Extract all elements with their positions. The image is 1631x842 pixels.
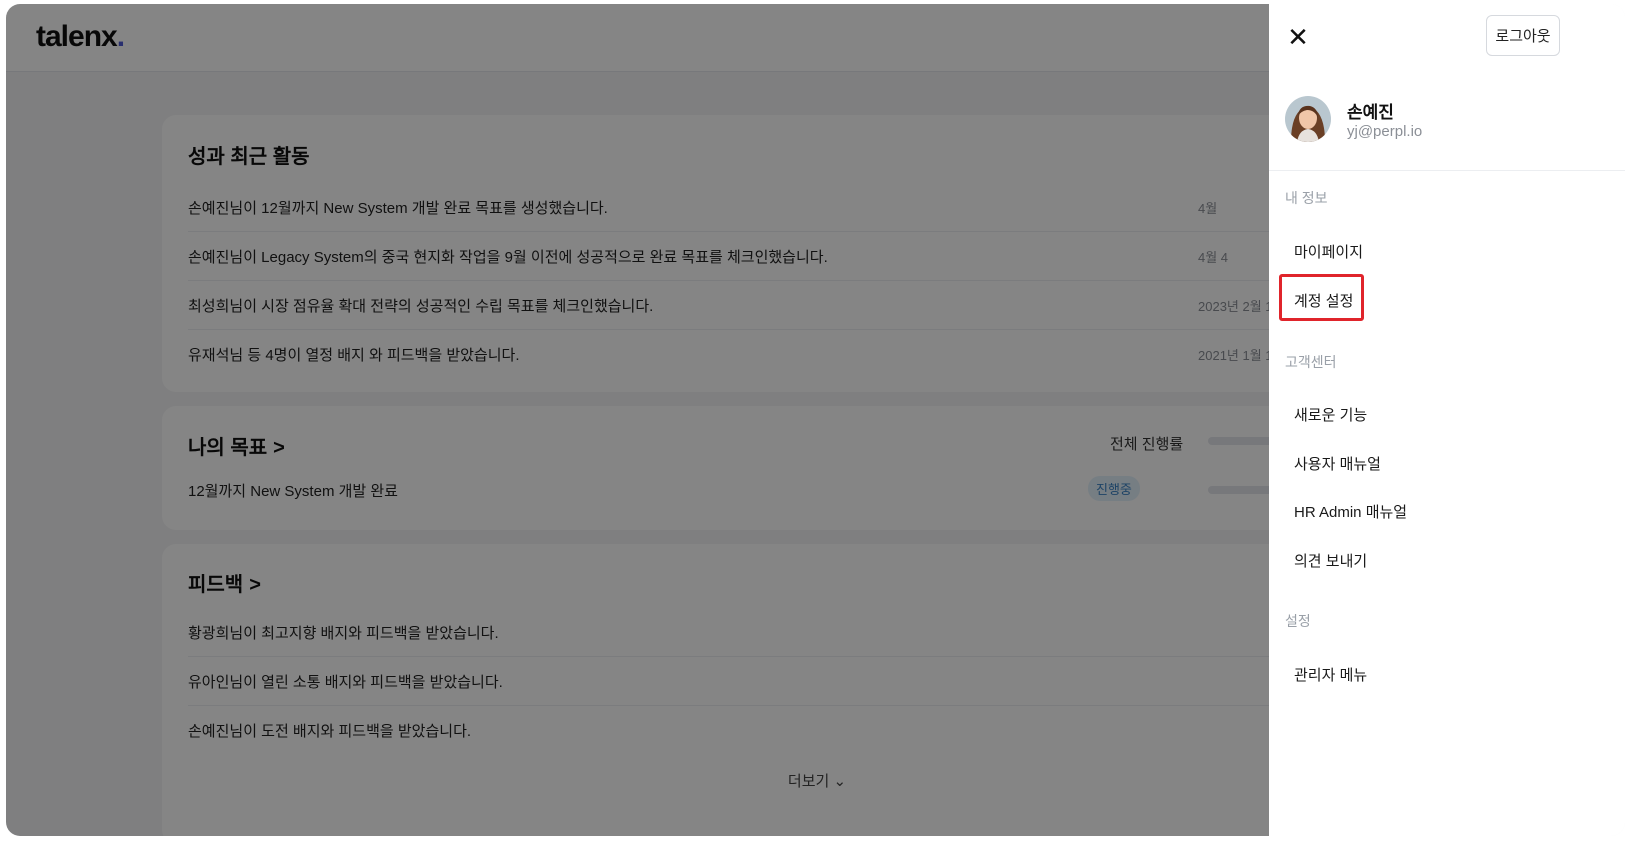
menu-item-whats-new[interactable]: 새로운 기능 — [1294, 404, 1367, 425]
avatar-image — [1285, 96, 1331, 142]
section-label-my-info: 내 정보 — [1285, 190, 1328, 206]
modal-backdrop[interactable] — [6, 4, 1269, 836]
user-name: 손예진 — [1347, 103, 1394, 122]
section-label-support: 고객센터 — [1285, 354, 1337, 370]
close-icon[interactable]: ✕ — [1283, 22, 1313, 52]
app-window: talenx. 성과 최근 활동 손예진님이 12월까지 New System … — [6, 4, 1625, 836]
divider — [1269, 170, 1625, 171]
section-label-settings: 설정 — [1285, 613, 1311, 629]
logout-button[interactable]: 로그아웃 — [1486, 15, 1560, 56]
menu-item-user-manual[interactable]: 사용자 매뉴얼 — [1294, 453, 1381, 474]
account-drawer: ✕ 로그아웃 손예진 yj@perpl.io 내 정보 마이페이지 계정 설정 … — [1269, 4, 1625, 836]
avatar — [1285, 96, 1331, 142]
menu-item-mypage[interactable]: 마이페이지 — [1294, 241, 1363, 262]
user-email: yj@perpl.io — [1347, 123, 1423, 140]
menu-item-account-settings[interactable]: 계정 설정 — [1294, 290, 1353, 311]
menu-item-admin-menu[interactable]: 관리자 메뉴 — [1294, 664, 1367, 685]
menu-item-hr-admin-manual[interactable]: HR Admin 매뉴얼 — [1294, 501, 1407, 522]
user-profile: 손예진 yj@perpl.io — [1285, 96, 1605, 156]
menu-item-send-feedback[interactable]: 의견 보내기 — [1294, 550, 1367, 571]
